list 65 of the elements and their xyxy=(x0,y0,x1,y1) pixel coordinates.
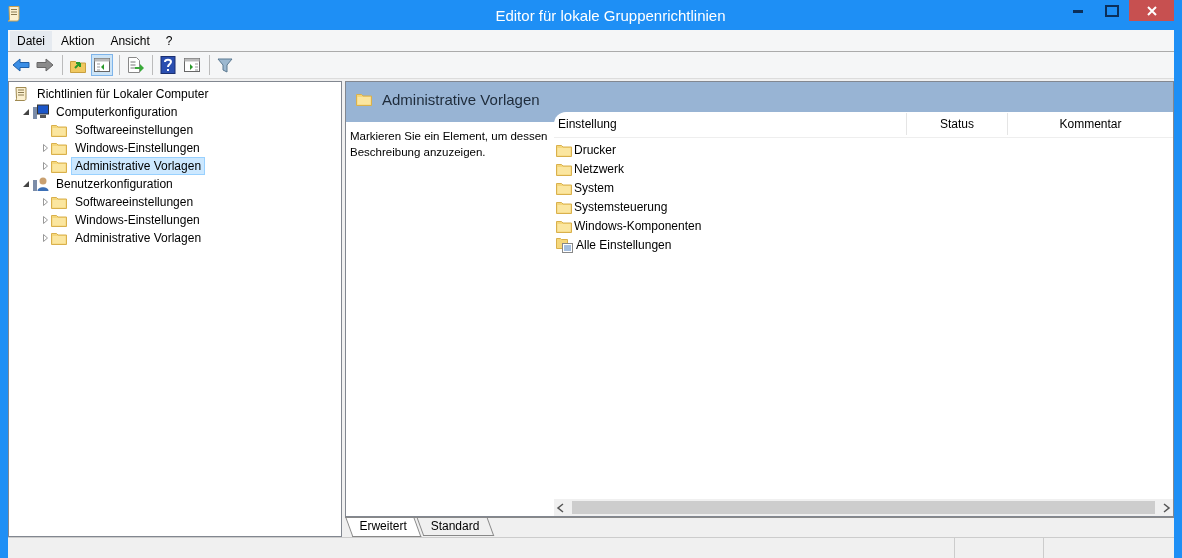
description-text: Markieren Sie ein Element, um dessen Beschreibung anzuzeigen. xyxy=(349,129,549,160)
window-title: Editor für lokale Gruppenrichtlinien xyxy=(494,6,727,24)
toolbar-button[interactable] xyxy=(157,54,179,76)
tree-item[interactable]: Administrative Vorlagen xyxy=(71,157,206,175)
list-item[interactable]: Netzwerk xyxy=(574,161,624,176)
tree-item[interactable]: Benutzerkonfiguration xyxy=(52,175,177,193)
computer-icon xyxy=(32,104,50,120)
folder-icon xyxy=(51,213,67,227)
expand-arrow-icon[interactable] xyxy=(42,144,48,152)
close-button[interactable] xyxy=(1129,0,1174,21)
column-header[interactable]: Kommentar xyxy=(1008,113,1173,135)
forward-arrow-icon xyxy=(36,58,54,72)
expand-arrow-icon[interactable] xyxy=(42,162,48,170)
action-pane-icon xyxy=(183,57,201,73)
menu-item[interactable]: Ansicht xyxy=(103,30,157,51)
collapse-arrow-icon[interactable] xyxy=(23,109,29,115)
horizontal-scrollbar[interactable] xyxy=(554,499,1173,516)
list-item[interactable]: Windows-Komponenten xyxy=(574,218,702,233)
folder-icon xyxy=(356,92,372,106)
back-arrow-icon xyxy=(12,58,30,72)
view-tab[interactable]: Standard xyxy=(417,518,495,536)
tree-item[interactable]: Computerkonfiguration xyxy=(52,103,182,121)
folder-icon xyxy=(556,199,572,214)
folder-icon xyxy=(556,180,572,195)
expand-arrow-icon[interactable] xyxy=(42,216,48,224)
help-icon xyxy=(160,56,176,74)
list-item[interactable]: Alle Einstellungen xyxy=(576,237,672,252)
tree-item[interactable]: Administrative Vorlagen xyxy=(71,229,206,247)
menu-item[interactable]: ? xyxy=(158,30,180,51)
list-item[interactable]: Drucker xyxy=(574,142,616,157)
tree-item[interactable]: Windows-Einstellungen xyxy=(71,211,204,229)
expand-arrow-icon[interactable] xyxy=(42,198,48,206)
export-list-icon xyxy=(126,57,144,73)
scroll-icon xyxy=(6,4,22,23)
folder-icon xyxy=(556,161,572,176)
menu-item[interactable]: Datei xyxy=(10,30,52,51)
folder-icon xyxy=(51,195,67,209)
folder-icon xyxy=(51,159,67,173)
folder-icon xyxy=(556,142,572,157)
scroll-icon xyxy=(13,86,29,102)
column-header[interactable]: Einstellung xyxy=(554,113,907,135)
tree-item[interactable]: Softwareeinstellungen xyxy=(71,121,198,139)
folder-icon xyxy=(51,141,67,155)
tree-item[interactable]: Softwareeinstellungen xyxy=(71,193,198,211)
expand-arrow-icon[interactable] xyxy=(42,234,48,242)
user-icon xyxy=(32,176,50,192)
maximize-icon xyxy=(1105,5,1119,17)
column-header[interactable]: Status xyxy=(907,113,1008,135)
filter-icon xyxy=(217,57,233,73)
list-item[interactable]: System xyxy=(574,180,614,195)
tree-item[interactable]: Richtlinien für Lokaler Computer xyxy=(33,85,213,103)
tree-pane-icon xyxy=(93,57,111,73)
minimize-icon xyxy=(1073,9,1083,13)
toolbar-button[interactable] xyxy=(91,54,113,76)
view-tab[interactable]: Erweitert xyxy=(345,518,422,537)
header-title: Administrative Vorlagen xyxy=(381,90,540,108)
tree-item[interactable]: Windows-Einstellungen xyxy=(71,139,204,157)
close-icon xyxy=(1146,5,1157,16)
folder-icon xyxy=(51,231,67,245)
list-item[interactable]: Systemsteuerung xyxy=(574,199,668,214)
folder-icon xyxy=(51,123,67,137)
scrollbar-thumb[interactable] xyxy=(572,501,1155,514)
collapse-arrow-icon[interactable] xyxy=(23,181,29,187)
menu-item[interactable]: Aktion xyxy=(54,30,102,51)
folder-icon xyxy=(556,218,572,233)
